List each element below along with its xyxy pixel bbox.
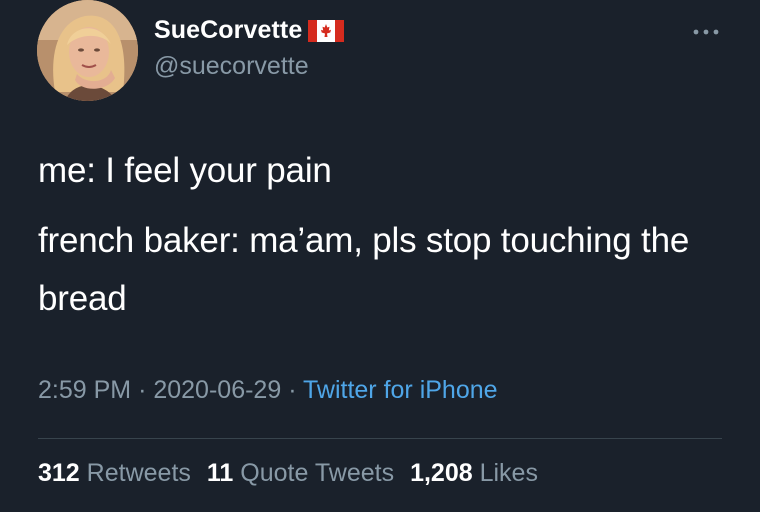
- retweets-count: 312: [38, 459, 80, 487]
- likes-stat[interactable]: 1,208 Likes: [410, 459, 538, 487]
- meta-separator: ·: [138, 376, 147, 404]
- tweet-date[interactable]: 2020-06-29: [153, 376, 281, 404]
- meta-separator: ·: [288, 376, 297, 404]
- likes-count: 1,208: [410, 459, 473, 487]
- likes-label: Likes: [479, 459, 538, 487]
- tweet-meta: 2:59 PM · 2020-06-29 · Twitter for iPhon…: [38, 376, 498, 405]
- tweet-line: french baker: ma’am, pls stop touching t…: [38, 221, 690, 318]
- tweet-stats: 312 Retweets 11 Quote Tweets 1,208 Likes: [38, 459, 538, 488]
- quote-tweets-count: 11: [206, 459, 234, 487]
- retweets-stat[interactable]: 312 Retweets: [38, 459, 191, 487]
- name-row: SueCorvette: [154, 12, 345, 48]
- quote-tweets-stat[interactable]: 11 Quote Tweets: [207, 459, 394, 487]
- retweets-label: Retweets: [86, 459, 191, 487]
- tweet-text: me: I feel your pain french baker: ma’am…: [38, 142, 738, 328]
- tweet-time[interactable]: 2:59 PM: [38, 376, 131, 404]
- tweet-source-link[interactable]: Twitter for iPhone: [303, 376, 498, 404]
- quote-tweets-label: Quote Tweets: [240, 459, 395, 487]
- tweet-card: SueCorvette @suecorvette me: I feel your…: [0, 0, 760, 512]
- user-handle[interactable]: @suecorvette: [154, 52, 309, 81]
- canada-flag-icon: [308, 20, 345, 42]
- display-name[interactable]: SueCorvette: [154, 16, 302, 45]
- more-options-icon[interactable]: [688, 24, 724, 40]
- tweet-line: me: I feel your pain: [38, 151, 332, 190]
- avatar-photo: [37, 0, 138, 101]
- avatar[interactable]: [37, 0, 138, 101]
- divider: [38, 438, 722, 439]
